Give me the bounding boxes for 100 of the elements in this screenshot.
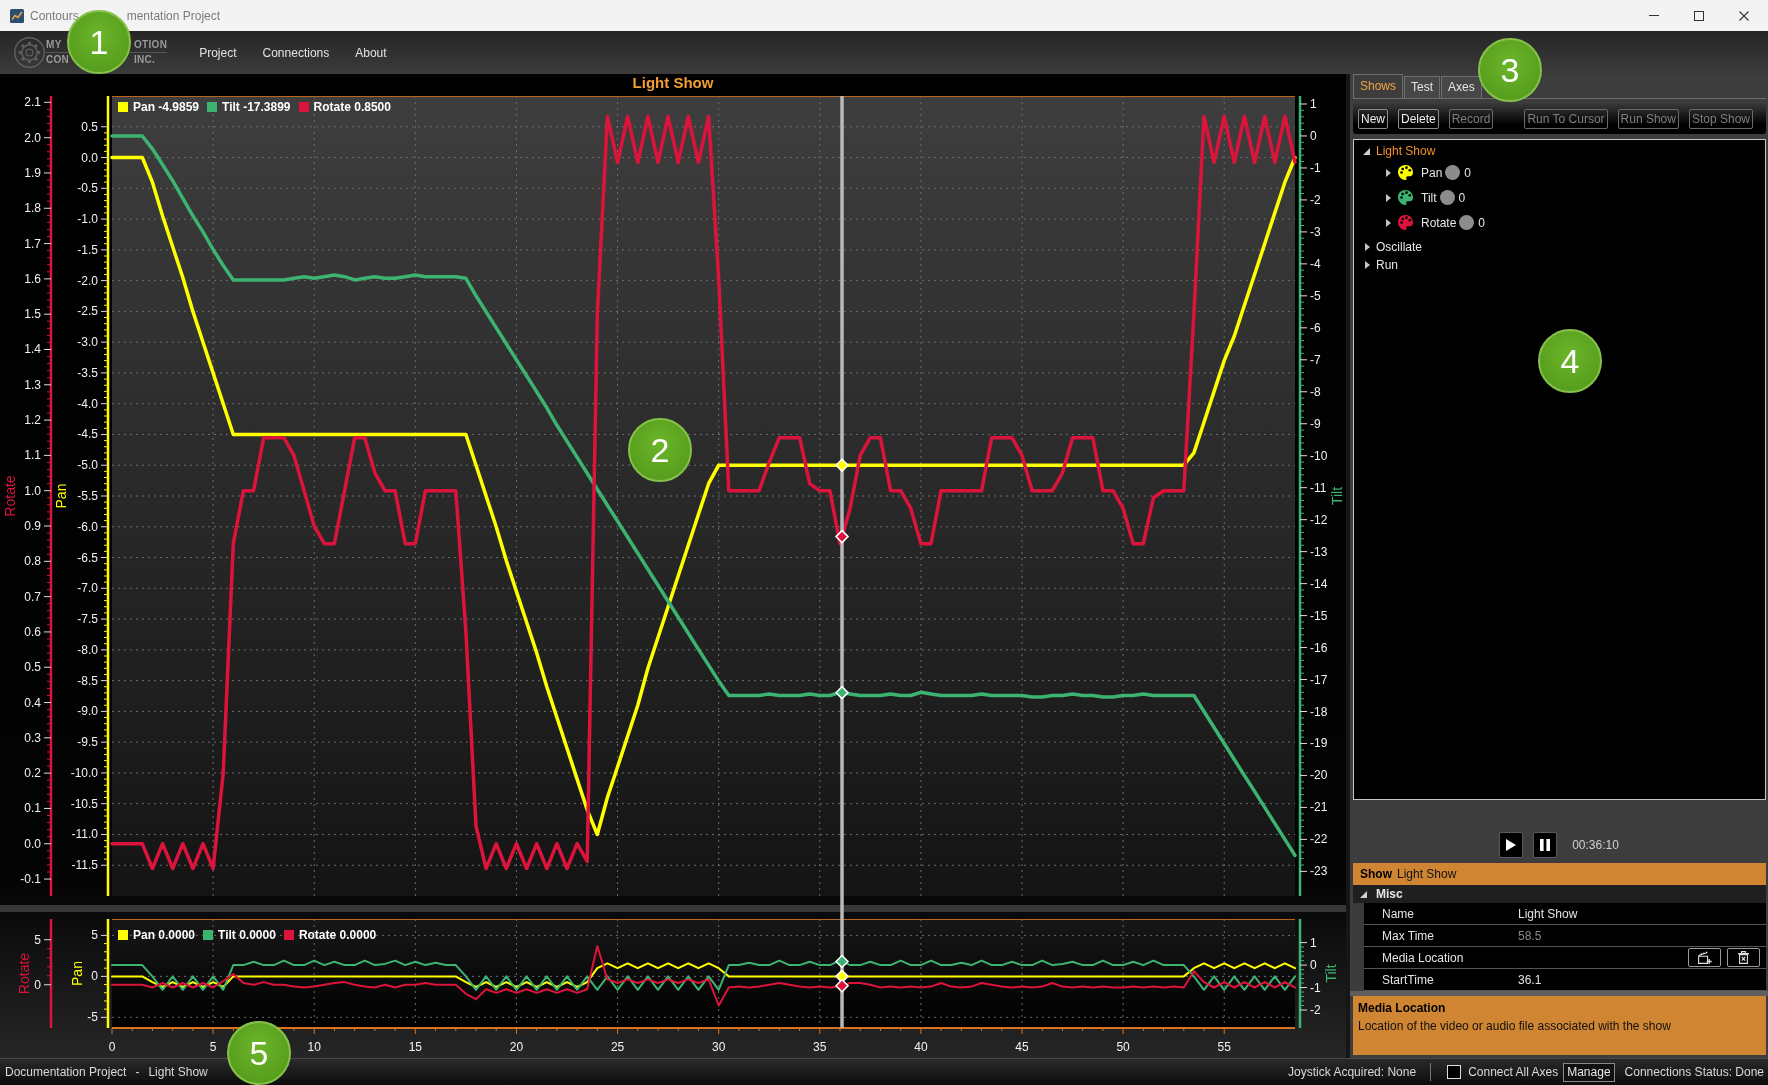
axis-tick-label: 0	[34, 977, 41, 992]
axis-title: Pan	[69, 961, 86, 986]
axis-title: Rotate	[16, 952, 33, 995]
axis-tick-label: 0.5	[81, 119, 98, 134]
axis-tick-label: 0.4	[24, 695, 41, 710]
axis-tick-label: -6.0	[77, 519, 98, 534]
axis-tick-label: -23	[1310, 864, 1328, 879]
axis-tick-label: -1.5	[77, 242, 98, 257]
axis-tick-label: -9.5	[77, 735, 98, 750]
axis-tick-label: -2.5	[77, 304, 98, 319]
axis-tick-label: 40	[914, 1040, 928, 1054]
axis-tick-label: -15	[1310, 608, 1328, 623]
axis-tick-label: -7	[1310, 352, 1321, 367]
axis-tick-label: 1.1	[24, 448, 41, 463]
axis-tick-label: 1.8	[24, 201, 41, 216]
axis-tick-label: 1.6	[24, 271, 41, 286]
legend-label: Tilt -17.3899	[222, 100, 291, 114]
axis-tick-label: 0	[108, 1040, 116, 1054]
property-name: Max Time	[1381, 928, 1435, 943]
axis-tick-label: -7.5	[77, 612, 98, 627]
axis-tick-label: 1.5	[24, 307, 41, 322]
playback-time: 00:36:10	[1572, 837, 1619, 852]
axis-tick-label: -14	[1310, 576, 1328, 591]
axis-tick-label: -11	[1310, 480, 1327, 495]
axis-tick-label: 5	[209, 1040, 217, 1054]
property-name: Media Location	[1381, 950, 1465, 965]
tree-item-value: 0	[1478, 215, 1486, 230]
axis-tick-label: 10	[307, 1040, 321, 1054]
axis-tick-label: -5.0	[77, 458, 98, 473]
axis-tick-label: -10.0	[70, 765, 98, 780]
logo-text: INC.	[134, 54, 156, 66]
axis-title: Rotate	[2, 475, 19, 517]
axis-tick-label: -1.0	[77, 212, 98, 227]
axis-tick-label: -19	[1310, 736, 1328, 751]
axis-tick-label: -21	[1310, 800, 1328, 815]
axis-tick-label: -20	[1310, 768, 1328, 783]
axis-tick-label: 1.9	[24, 165, 41, 180]
axis-tick-label: -0.5	[77, 181, 98, 196]
axis-tick-label: -8.0	[77, 642, 98, 657]
axis-tick-label: -12	[1310, 512, 1328, 527]
axis-title: Tilt	[1329, 486, 1346, 506]
axis-tick-label: -5	[1310, 288, 1321, 303]
axis-tick-label: 0.3	[24, 730, 41, 745]
axis-title: Tilt	[1322, 964, 1339, 983]
description-title: Media Location	[1358, 1000, 1447, 1016]
axis-tick-label: 15	[408, 1040, 422, 1054]
axis-tick-label: -6	[1310, 320, 1321, 335]
axis-tick-label: -2	[1310, 1003, 1321, 1017]
logo-text: CON	[46, 54, 70, 66]
axis-tick-label: 0.2	[24, 766, 41, 781]
axis-tick-label: 35	[813, 1040, 827, 1054]
axis-tick-label: -9	[1310, 416, 1321, 431]
axis-tick-label: 0.1	[24, 801, 41, 816]
axis-tick-label: 1.2	[24, 413, 41, 428]
axis-tick-label: 0	[1310, 128, 1317, 143]
axis-tick-label: -5	[87, 1010, 98, 1025]
axis-tick-label: -5.5	[77, 489, 98, 503]
axis-tick-label: 45	[1015, 1040, 1029, 1054]
axis-tick-label: -13	[1310, 544, 1328, 559]
property-name: StartTime	[1381, 972, 1435, 987]
axis-tick-label: 0.6	[24, 624, 41, 639]
axis-tick-label: 1	[1310, 935, 1317, 950]
axis-tick-label: -9.0	[77, 704, 98, 719]
axis-tick-label: 1.4	[24, 342, 41, 357]
legend-label: Pan -4.9859	[133, 100, 200, 114]
axis-tick-label: 2.0	[24, 130, 41, 145]
axis-tick-label: -8.5	[77, 673, 98, 688]
status-text: -	[135, 1065, 140, 1079]
object-name-label: Light Show	[1397, 867, 1457, 881]
axis-tick-label: -3	[1310, 224, 1321, 239]
object-type-label: Show	[1360, 867, 1392, 881]
axis-tick-label: -1	[1310, 980, 1321, 995]
axis-tick-label: -11.0	[71, 827, 98, 842]
description-text: Location of the video or audio file associated with the show	[1358, 1018, 1672, 1034]
legend-label: Pan 0.0000	[133, 928, 196, 942]
axis-tick-label: 1.7	[24, 236, 41, 251]
axis-tick-label: 0	[91, 969, 98, 984]
logo-text: MY	[46, 39, 62, 51]
status-text: Connections Status: Done	[1624, 1065, 1764, 1079]
axis-tick-label: -4	[1310, 256, 1321, 271]
axis-tick-label: -0.1	[20, 872, 41, 887]
axis-tick-label: 1	[1310, 97, 1317, 111]
tree-item-value: 0	[1458, 190, 1466, 205]
axis-tick-label: 5	[34, 932, 41, 947]
status-text: Documentation Project	[5, 1065, 127, 1079]
property-value: 58.5	[1518, 928, 1542, 943]
axis-tick-label: -17	[1310, 672, 1328, 687]
axis-tick-label: 20	[509, 1040, 524, 1054]
axis-tick-label: 30	[712, 1040, 726, 1054]
chart-title: Light Show	[631, 74, 715, 92]
axis-tick-label: 0.8	[24, 554, 41, 569]
property-name: Name	[1381, 906, 1415, 921]
axis-tick-label: 0.0	[24, 836, 41, 851]
status-text: Joystick Acquired: None	[1288, 1065, 1417, 1079]
axis-tick-label: -7.0	[77, 581, 98, 596]
axis-tick-label: -6.5	[77, 550, 98, 565]
axis-tick-label: -4.0	[77, 396, 98, 411]
category-label: Misc	[1376, 887, 1403, 901]
legend-label: Rotate 0.8500	[313, 100, 391, 114]
axis-tick-label: -2	[1310, 192, 1321, 207]
